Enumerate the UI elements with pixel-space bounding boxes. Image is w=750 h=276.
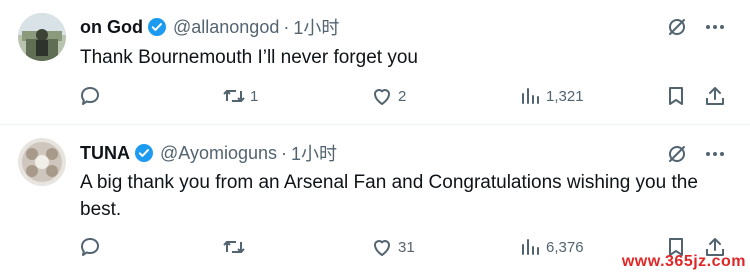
- reply-button[interactable]: [78, 235, 106, 259]
- retweet-icon: [222, 235, 246, 259]
- verified-badge-icon: [134, 143, 154, 163]
- retweet-icon: [222, 84, 246, 108]
- views-button[interactable]: 6,376: [518, 235, 584, 259]
- more-icon[interactable]: [702, 141, 728, 167]
- tweet-header: TUNA @Ayomioguns · 1小时: [80, 140, 337, 166]
- like-count: 31: [398, 238, 415, 256]
- views-icon: [518, 235, 542, 259]
- reply-icon: [78, 235, 102, 259]
- bookmark-button[interactable]: [664, 84, 688, 108]
- tweet-text: Thank Bournemouth I’ll never forget you: [80, 47, 418, 68]
- share-button[interactable]: [703, 84, 727, 108]
- retweet-button[interactable]: 1: [222, 84, 258, 108]
- separator-dot: ·: [281, 142, 287, 163]
- views-button[interactable]: 1,321: [518, 84, 584, 108]
- action-bar: 1 2 1,321: [0, 84, 750, 110]
- bookmark-icon: [664, 84, 688, 108]
- reply-button[interactable]: [78, 84, 106, 108]
- avatar[interactable]: [18, 13, 66, 61]
- retweet-count: 1: [250, 87, 259, 105]
- like-count: 2: [398, 87, 407, 105]
- tweet[interactable]: on God @allanongod · 1小时 Thank Bournemou…: [0, 0, 750, 124]
- view-count: 6,376: [546, 238, 584, 256]
- display-name[interactable]: on God: [80, 17, 143, 38]
- like-button[interactable]: 2: [370, 84, 406, 108]
- user-handle[interactable]: @allanongod: [173, 17, 279, 38]
- like-icon: [370, 235, 394, 259]
- retweet-button[interactable]: [222, 235, 250, 259]
- avatar[interactable]: [18, 138, 66, 186]
- grok-icon[interactable]: [664, 141, 690, 167]
- watermark: www.365jz.com: [621, 253, 746, 270]
- views-icon: [518, 84, 542, 108]
- more-icon[interactable]: [702, 14, 728, 40]
- tweet-text: A big thank you from an Arsenal Fan and …: [80, 172, 698, 220]
- like-icon: [370, 84, 394, 108]
- share-icon: [703, 84, 727, 108]
- timestamp[interactable]: 1小时: [293, 14, 339, 40]
- reply-icon: [78, 84, 102, 108]
- view-count: 1,321: [546, 87, 584, 105]
- user-handle[interactable]: @Ayomioguns: [160, 143, 277, 164]
- like-button[interactable]: 31: [370, 235, 415, 259]
- separator-dot: ·: [283, 16, 290, 37]
- grok-icon[interactable]: [664, 14, 690, 40]
- timestamp[interactable]: 1小时: [291, 140, 337, 166]
- display-name[interactable]: TUNA: [80, 143, 130, 164]
- verified-badge-icon: [147, 17, 167, 37]
- tweet-header: on God @allanongod · 1小时: [80, 14, 339, 40]
